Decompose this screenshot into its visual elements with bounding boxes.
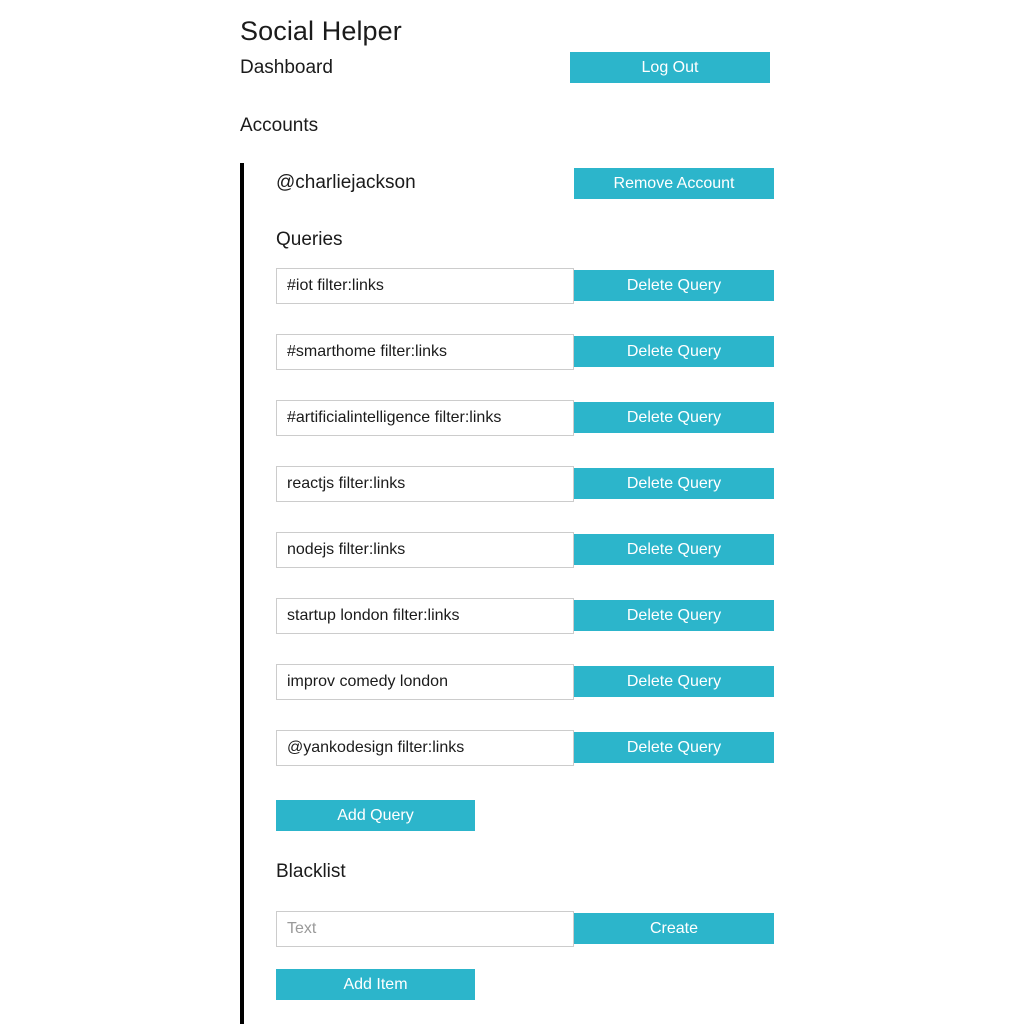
blacklist-text-input[interactable] (276, 911, 574, 947)
delete-query-button[interactable]: Delete Query (574, 534, 774, 565)
log-out-button[interactable]: Log Out (570, 52, 770, 83)
remove-account-button[interactable]: Remove Account (574, 168, 774, 199)
query-input[interactable] (276, 268, 574, 304)
add-query-button[interactable]: Add Query (276, 800, 475, 831)
query-row: Delete Query (244, 466, 804, 502)
blacklist-create-row: Create (244, 911, 804, 947)
add-item-button[interactable]: Add Item (276, 969, 475, 1000)
query-row: Delete Query (244, 334, 804, 370)
dashboard-page: Social Helper Dashboard Log Out Accounts… (0, 0, 1024, 1024)
query-row: Delete Query (244, 598, 804, 634)
account-block: @charliejackson Remove Account Queries D… (240, 163, 800, 1024)
blacklist-heading: Blacklist (276, 861, 346, 882)
query-input[interactable] (276, 598, 574, 634)
delete-query-button[interactable]: Delete Query (574, 666, 774, 697)
query-input[interactable] (276, 400, 574, 436)
query-input[interactable] (276, 334, 574, 370)
create-blacklist-item-button[interactable]: Create (574, 913, 774, 944)
queries-heading: Queries (276, 229, 343, 250)
delete-query-button[interactable]: Delete Query (574, 402, 774, 433)
delete-query-button[interactable]: Delete Query (574, 336, 774, 367)
delete-query-button[interactable]: Delete Query (574, 270, 774, 301)
query-input[interactable] (276, 664, 574, 700)
app-title: Social Helper (240, 16, 402, 46)
delete-query-button[interactable]: Delete Query (574, 600, 774, 631)
query-input[interactable] (276, 532, 574, 568)
query-row: Delete Query (244, 400, 804, 436)
query-input[interactable] (276, 730, 574, 766)
delete-query-button[interactable]: Delete Query (574, 468, 774, 499)
query-input[interactable] (276, 466, 574, 502)
query-row: Delete Query (244, 730, 804, 766)
accounts-section-heading: Accounts (240, 115, 319, 136)
account-handle: @charliejackson (276, 172, 416, 193)
delete-query-button[interactable]: Delete Query (574, 732, 774, 763)
query-row: Delete Query (244, 532, 804, 568)
query-row: Delete Query (244, 664, 804, 700)
query-row: Delete Query (244, 268, 804, 304)
page-subtitle: Dashboard (240, 57, 333, 78)
